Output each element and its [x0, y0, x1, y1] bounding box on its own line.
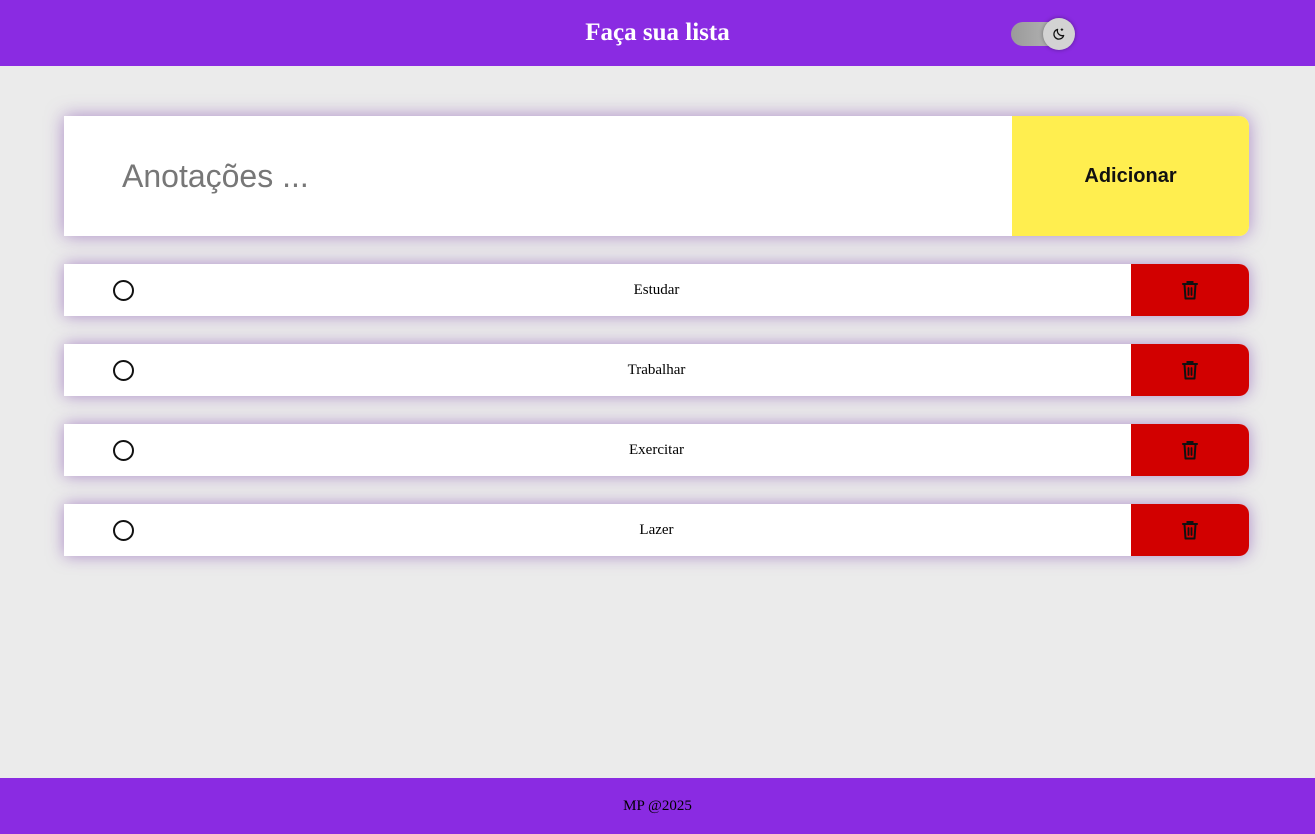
task-item: Exercitar [64, 424, 1249, 476]
task-item: Lazer [64, 504, 1249, 556]
note-input[interactable] [64, 116, 1012, 236]
add-button[interactable]: Adicionar [1012, 116, 1249, 236]
task-label: Trabalhar [627, 362, 686, 378]
trash-icon [1182, 361, 1198, 380]
page-title: Faça sua lista [585, 19, 730, 46]
app-footer: MP @2025 [0, 778, 1315, 834]
task-list: Estudar Trabalhar Exercitar Lazer [64, 264, 1249, 584]
theme-toggle[interactable] [1011, 18, 1075, 50]
moon-icon [1053, 28, 1065, 40]
task-item: Estudar [64, 264, 1249, 316]
add-note-form: Adicionar [64, 116, 1249, 236]
delete-button[interactable] [1131, 424, 1249, 476]
delete-button[interactable] [1131, 344, 1249, 396]
trash-icon [1182, 521, 1198, 540]
task-label: Lazer [639, 522, 674, 538]
task-label: Estudar [633, 282, 680, 298]
delete-button[interactable] [1131, 264, 1249, 316]
task-label: Exercitar [629, 442, 684, 458]
toggle-knob[interactable] [1043, 18, 1075, 50]
trash-icon [1182, 281, 1198, 300]
task-item: Trabalhar [64, 344, 1249, 396]
delete-button[interactable] [1131, 504, 1249, 556]
footer-text: MP @2025 [623, 797, 692, 814]
trash-icon [1182, 441, 1198, 460]
app-header: Faça sua lista [0, 0, 1315, 66]
